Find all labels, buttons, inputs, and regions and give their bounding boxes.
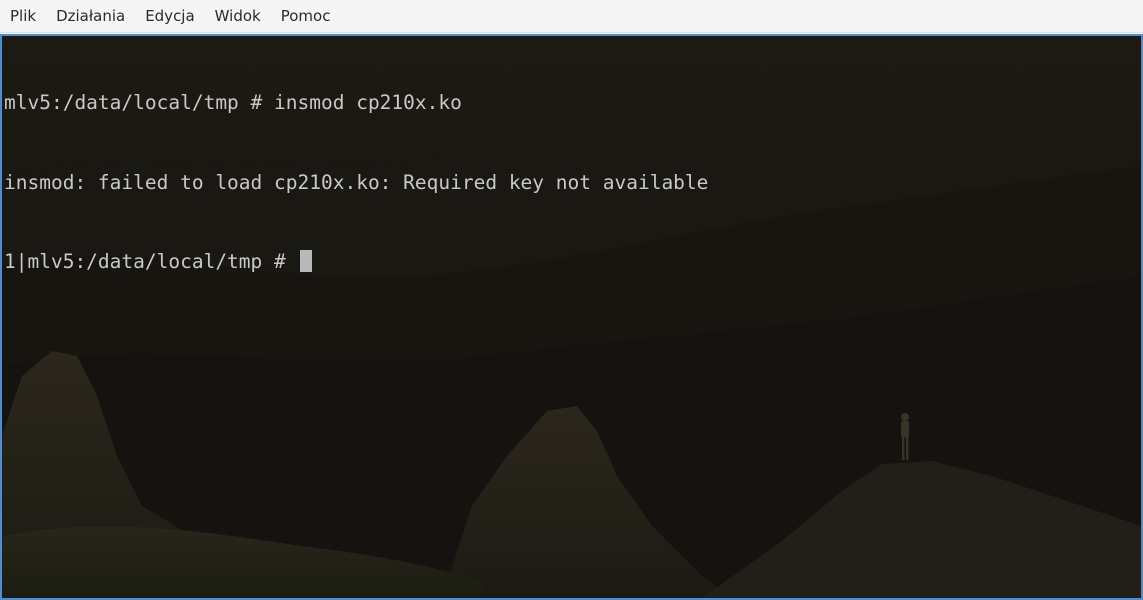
terminal-prompt-line[interactable]: 1|mlv5:/data/local/tmp # [4,249,708,276]
terminal-line: mlv5:/data/local/tmp # insmod cp210x.ko [4,91,462,114]
text-cursor [299,250,312,272]
menu-plik[interactable]: Plik [0,0,46,33]
terminal-output: mlv5:/data/local/tmp # insmod cp210x.ko … [4,37,708,329]
terminal-prompt: 1|mlv5:/data/local/tmp # [4,250,298,273]
menu-bar: Plik Działania Edycja Widok Pomoc [0,0,1143,33]
menu-dzialania[interactable]: Działania [46,0,135,33]
terminal-view[interactable]: mlv5:/data/local/tmp # insmod cp210x.ko … [0,34,1143,600]
menu-edycja[interactable]: Edycja [135,0,204,33]
terminal-line: insmod: failed to load cp210x.ko: Requir… [4,170,709,194]
menu-pomoc[interactable]: Pomoc [271,0,341,33]
menu-widok[interactable]: Widok [205,0,271,33]
terminal-app-window: Plik Działania Edycja Widok Pomoc mlv5:/… [0,0,1143,600]
